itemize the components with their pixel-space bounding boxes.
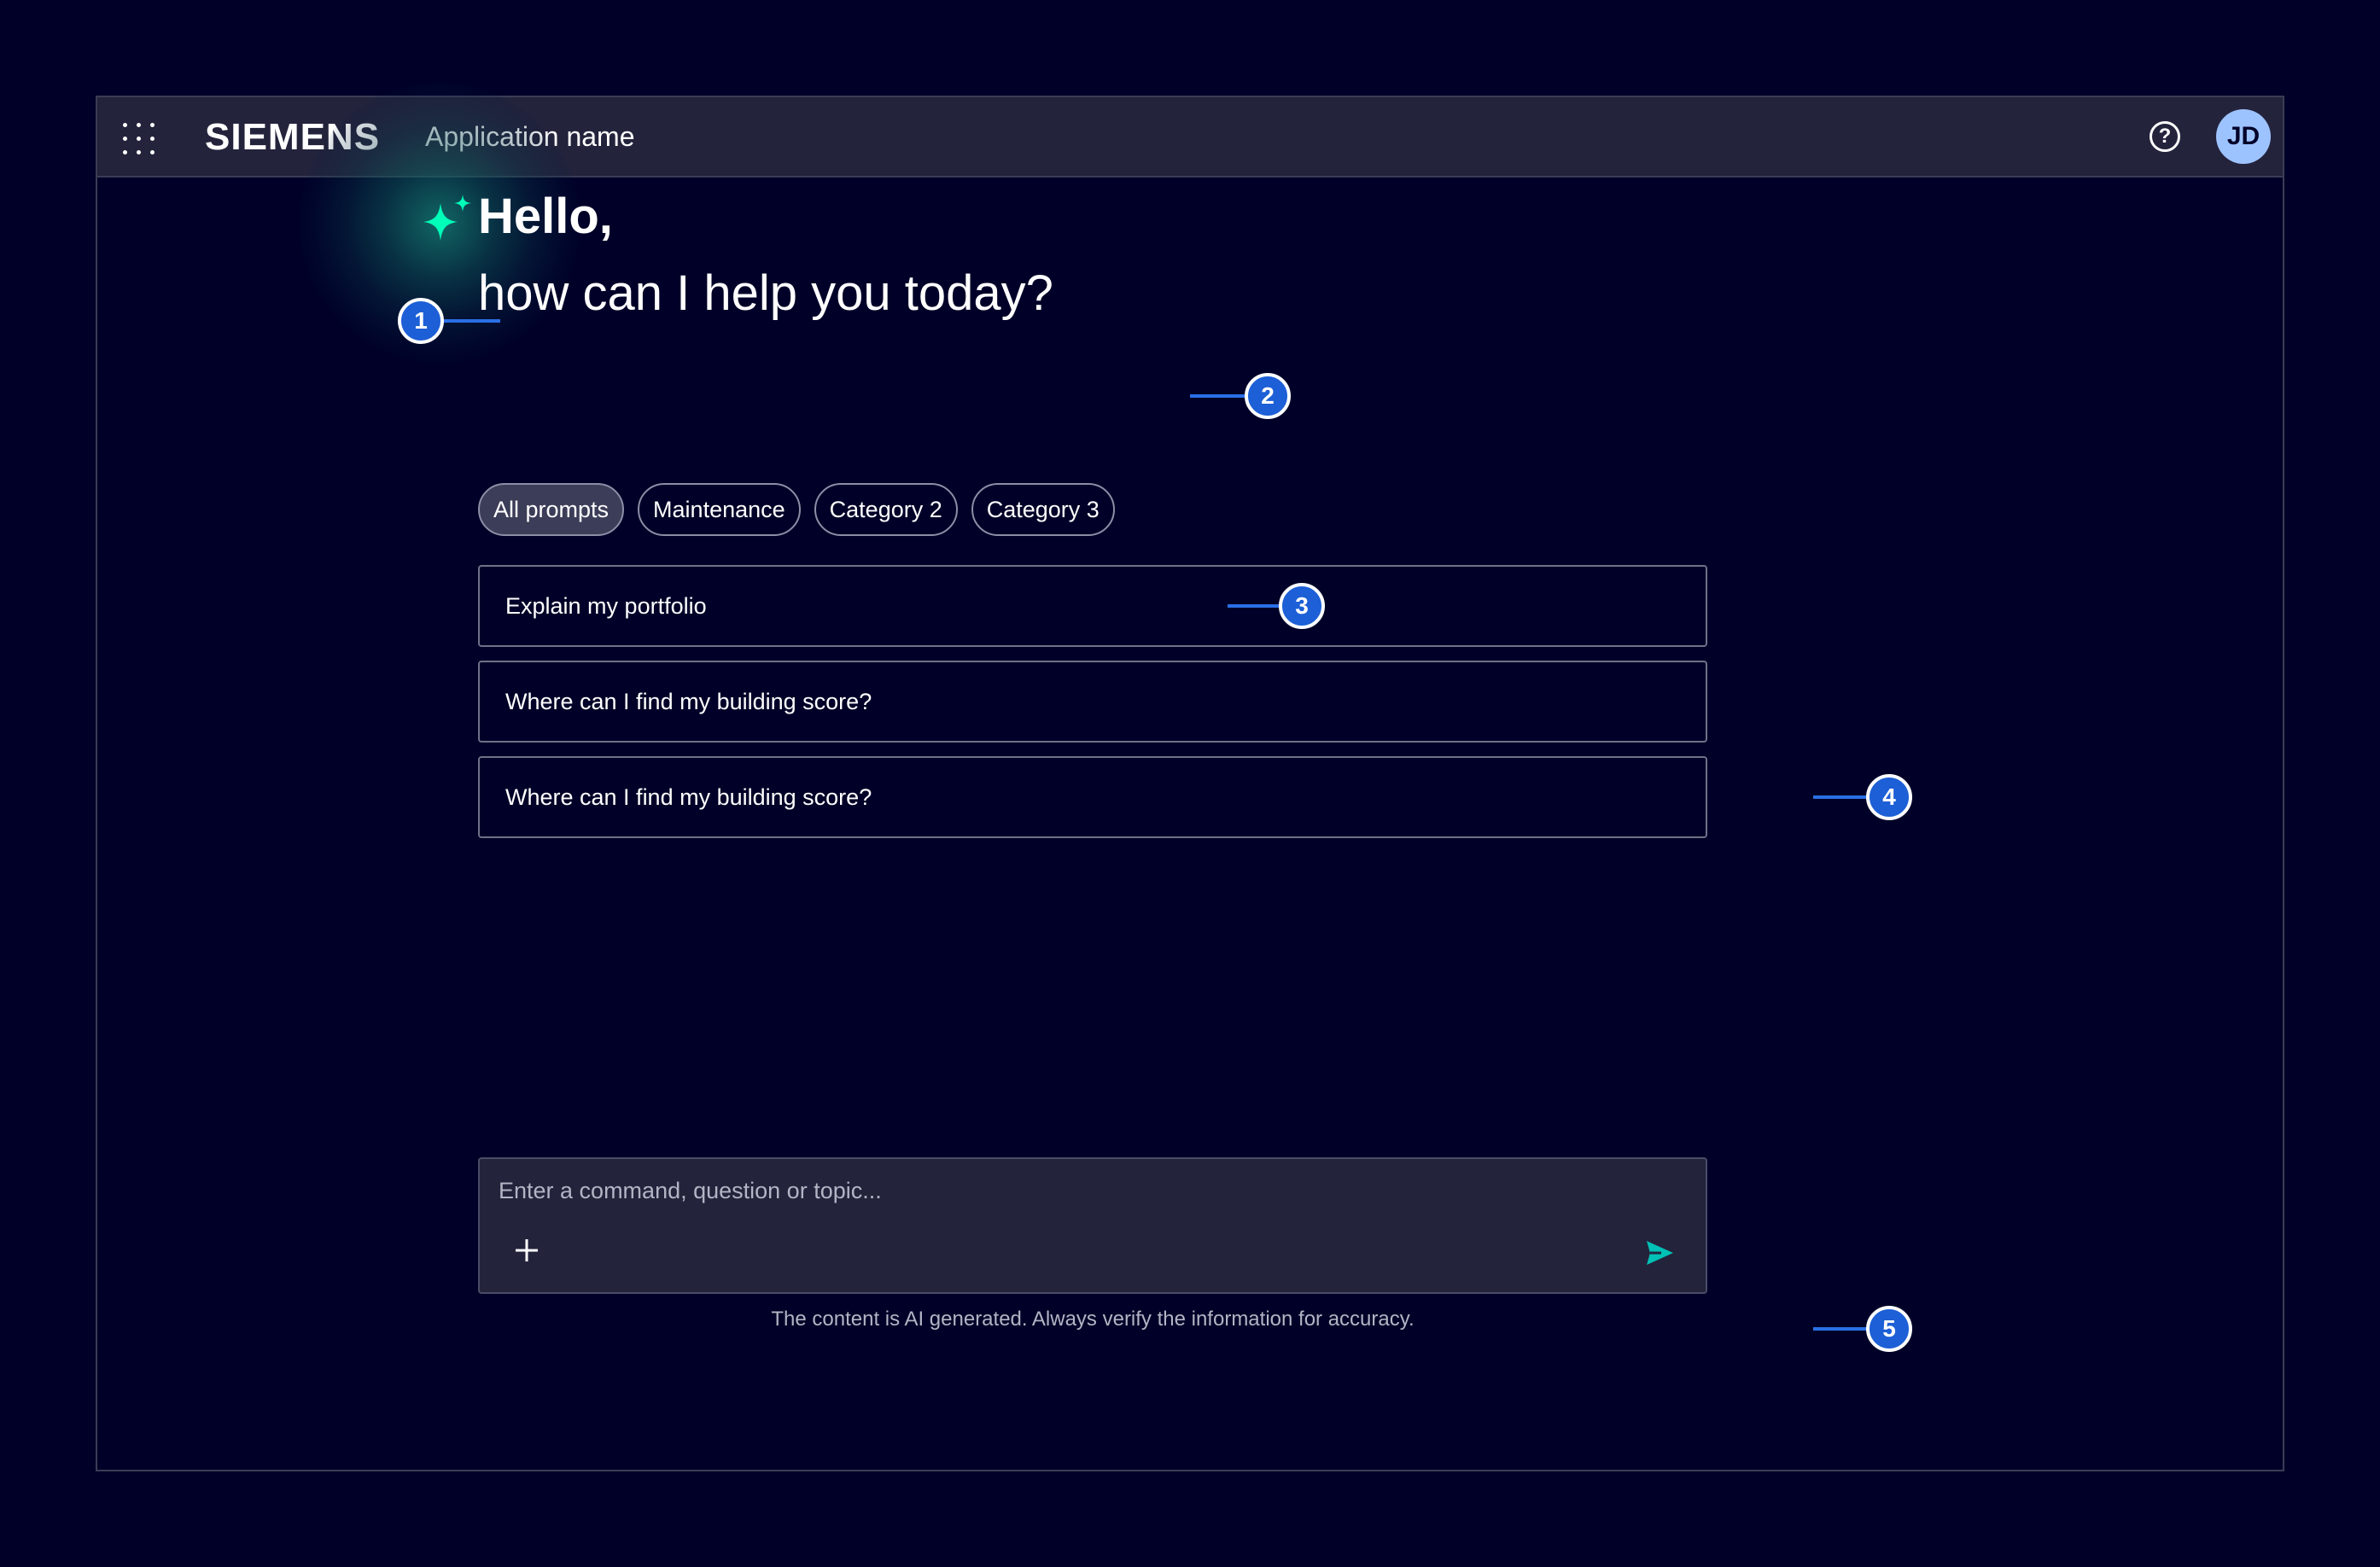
- annotation-line: [444, 319, 500, 323]
- annotation-marker-4: 4: [1866, 774, 1912, 820]
- help-icon[interactable]: ?: [2150, 121, 2180, 152]
- prompt-category-filters: All prompts Maintenance Category 2 Categ…: [478, 483, 1115, 536]
- add-attachment-icon[interactable]: [512, 1236, 541, 1265]
- chat-input[interactable]: [499, 1178, 1523, 1204]
- chip-category-2[interactable]: Category 2: [814, 483, 958, 536]
- suggested-prompt[interactable]: Where can I find my building score?: [478, 661, 1707, 743]
- chip-maintenance[interactable]: Maintenance: [638, 483, 801, 536]
- greeting-title: Hello,: [478, 189, 613, 244]
- annotation-marker-3: 3: [1279, 583, 1325, 629]
- app-launcher-icon[interactable]: [121, 121, 155, 155]
- annotation-marker-5: 5: [1866, 1306, 1912, 1352]
- annotation-line: [1190, 394, 1246, 398]
- chip-category-3[interactable]: Category 3: [971, 483, 1115, 536]
- annotation-marker-1: 1: [398, 298, 444, 344]
- annotation-line: [1813, 1327, 1870, 1331]
- suggested-prompts: Explain my portfolio Where can I find my…: [478, 565, 1707, 852]
- chat-composer: [478, 1157, 1707, 1294]
- suggested-prompt[interactable]: Explain my portfolio: [478, 565, 1707, 647]
- annotation-line: [1228, 604, 1284, 608]
- suggested-prompt[interactable]: Where can I find my building score?: [478, 756, 1707, 838]
- greeting-subtitle: how can I help you today?: [478, 265, 1053, 321]
- annotation-marker-2: 2: [1245, 373, 1291, 419]
- chip-all-prompts[interactable]: All prompts: [478, 483, 625, 536]
- ai-sparkle-icon: [423, 195, 471, 241]
- ai-disclaimer: The content is AI generated. Always veri…: [771, 1308, 1415, 1331]
- annotation-line: [1813, 795, 1870, 799]
- send-icon[interactable]: [1644, 1238, 1675, 1268]
- user-avatar[interactable]: JD: [2216, 109, 2271, 164]
